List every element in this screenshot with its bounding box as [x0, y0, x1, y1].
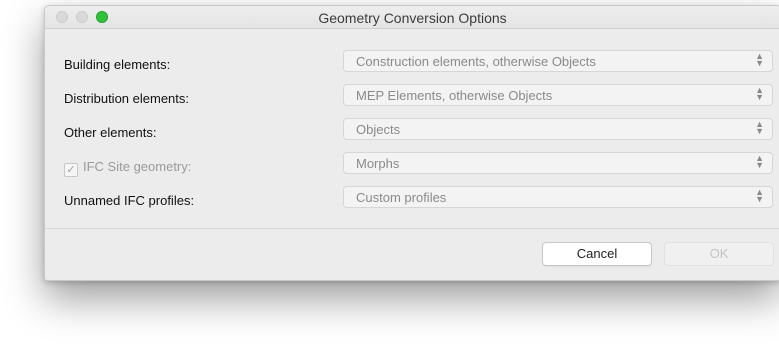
other-elements-select[interactable]: Objects ▲ ▼ [343, 118, 773, 140]
ifc-site-geometry-value: Morphs [356, 156, 400, 171]
up-down-chevron-icon: ▲ ▼ [755, 51, 764, 68]
geometry-conversion-dialog: Geometry Conversion Options Building ele… [44, 5, 779, 281]
other-elements-label: Other elements: [64, 125, 157, 140]
building-elements-value: Construction elements, otherwise Objects [356, 54, 596, 69]
other-elements-value: Objects [356, 122, 401, 137]
cancel-button[interactable]: Cancel [542, 242, 652, 266]
unnamed-ifc-profiles-label: Unnamed IFC profiles: [64, 193, 195, 208]
up-down-chevron-icon: ▲ ▼ [755, 119, 764, 136]
checkmark-icon[interactable]: ✓ [64, 163, 78, 177]
unnamed-ifc-profiles-select[interactable]: Custom profiles ▲ ▼ [343, 186, 773, 208]
distribution-elements-label: Distribution elements: [64, 91, 189, 106]
ifc-site-geometry-label: IFC Site geometry: [83, 159, 192, 174]
distribution-elements-value: MEP Elements, otherwise Objects [356, 88, 553, 103]
distribution-elements-select[interactable]: MEP Elements, otherwise Objects ▲ ▼ [343, 84, 773, 106]
title-bar: Geometry Conversion Options [45, 6, 779, 29]
ok-button[interactable]: OK [664, 242, 774, 266]
footer-divider [45, 228, 779, 229]
ifc-site-geometry-option[interactable]: ✓ IFC Site geometry: [64, 159, 191, 177]
unnamed-ifc-profiles-value: Custom profiles [356, 190, 447, 205]
building-elements-label: Building elements: [64, 57, 171, 72]
up-down-chevron-icon: ▲ ▼ [755, 85, 764, 102]
building-elements-select[interactable]: Construction elements, otherwise Objects… [343, 50, 773, 72]
ifc-site-geometry-select[interactable]: Morphs ▲ ▼ [343, 152, 773, 174]
up-down-chevron-icon: ▲ ▼ [755, 153, 764, 170]
up-down-chevron-icon: ▲ ▼ [755, 187, 764, 204]
window-title: Geometry Conversion Options [318, 10, 507, 26]
